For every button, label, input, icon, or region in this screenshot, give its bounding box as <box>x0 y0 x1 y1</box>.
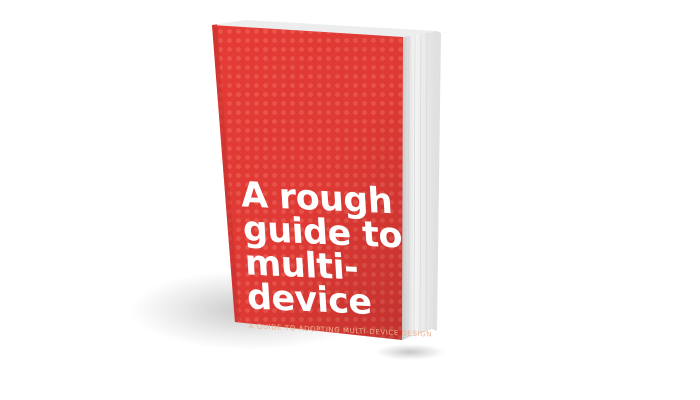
scene: A rough guide to multi- device A GUIDE T… <box>0 0 700 400</box>
cover-title-line-4: device <box>246 277 373 323</box>
book-pages <box>402 31 437 340</box>
book-illustration: A rough guide to multi- device A GUIDE T… <box>130 20 445 360</box>
